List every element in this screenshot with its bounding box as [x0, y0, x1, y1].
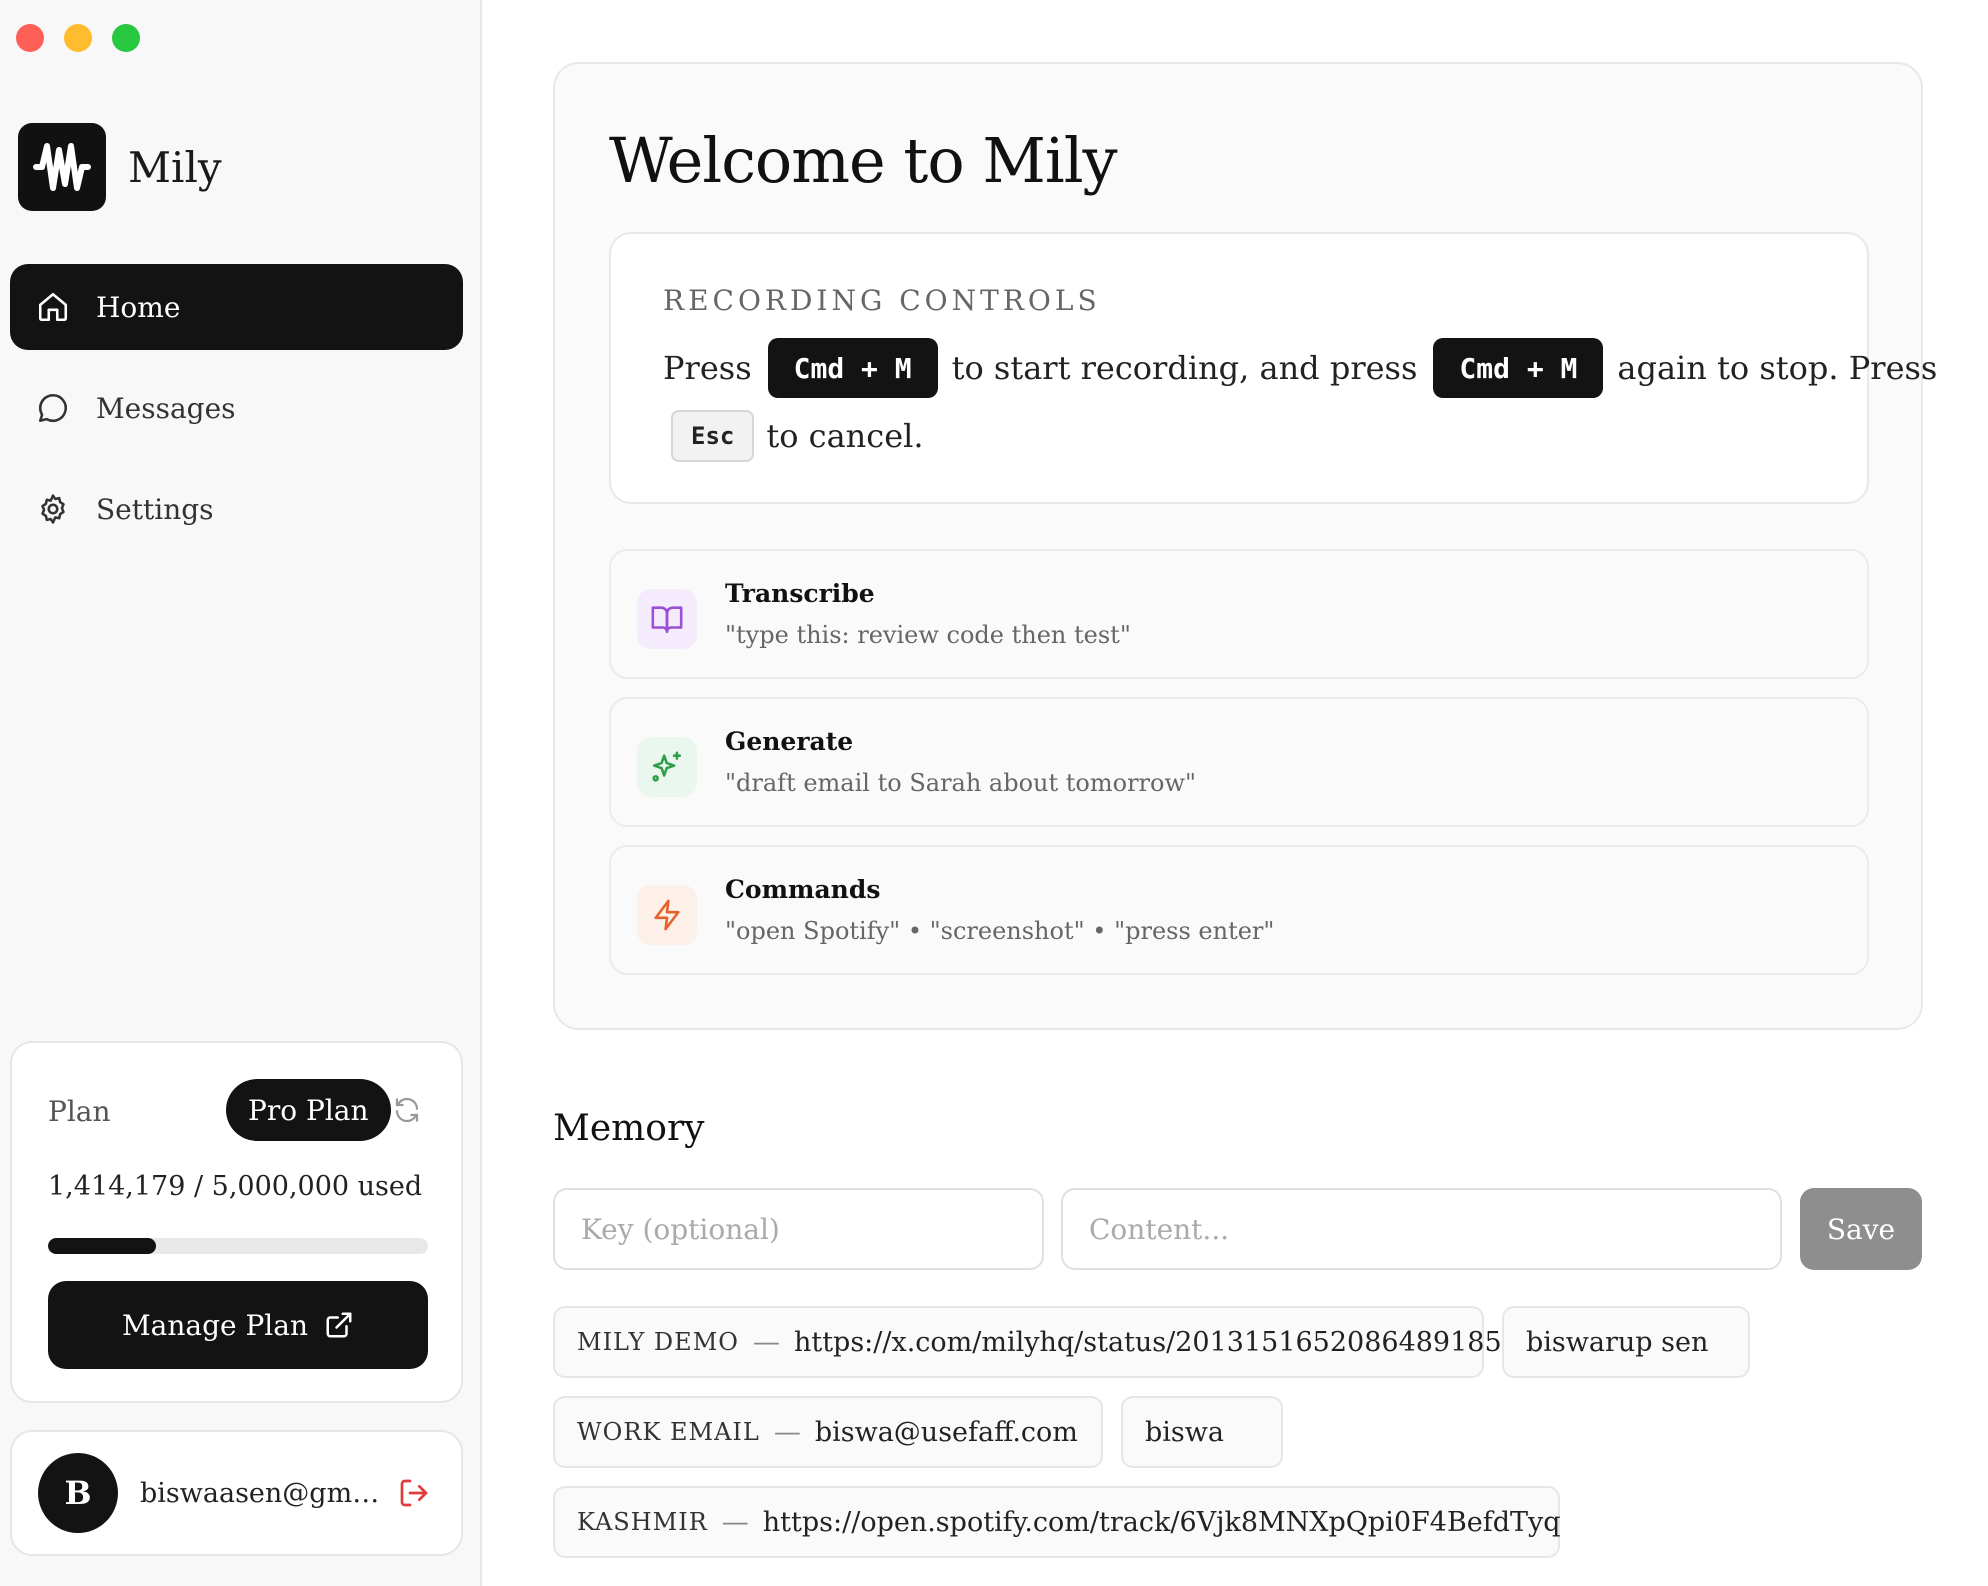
- instruction-text: to start recording, and press: [951, 349, 1418, 387]
- book-icon: [637, 589, 697, 649]
- chat-icon: [38, 393, 67, 423]
- recording-instructions-cancel: Esc to cancel.: [671, 410, 924, 462]
- memory-item-content: biswa@usefaff.com: [814, 1416, 1078, 1448]
- memory-item[interactable]: WORK EMAIL — biswa@usefaff.com: [553, 1396, 1103, 1468]
- memory-item-separator: —: [752, 1326, 780, 1358]
- sidebar-nav: Home Messages Settings: [10, 264, 463, 567]
- avatar: B: [38, 1453, 118, 1533]
- close-window-button[interactable]: [16, 24, 44, 52]
- home-icon: [38, 292, 68, 322]
- manage-plan-label: Manage Plan: [121, 1308, 308, 1342]
- feature-desc: "open Spotify" • "screenshot" • "press e…: [725, 917, 1275, 945]
- memory-item-key: WORK EMAIL: [577, 1418, 760, 1446]
- brand: Mily: [18, 123, 222, 211]
- recording-controls-heading: RECORDING CONTROLS: [663, 284, 1101, 317]
- memory-item-key: MILY DEMO: [577, 1328, 739, 1356]
- shortcut-key: Cmd + M: [1433, 338, 1604, 398]
- refresh-icon[interactable]: [392, 1095, 422, 1125]
- sidebar-item-settings[interactable]: Settings: [10, 466, 463, 552]
- memory-item[interactable]: MILY DEMO — https://x.com/milyhq/status/…: [553, 1306, 1502, 1378]
- maximize-window-button[interactable]: [112, 24, 140, 52]
- save-button[interactable]: Save: [1800, 1188, 1922, 1270]
- memory-item[interactable]: KASHMIR — https://open.spotify.com/track…: [553, 1486, 1561, 1558]
- instruction-text: Press: [663, 349, 752, 387]
- recording-controls-card: RECORDING CONTROLS Press Cmd + M to star…: [609, 232, 1937, 504]
- memory-item-separator: —: [721, 1506, 749, 1538]
- sidebar-item-label: Settings: [96, 492, 214, 526]
- user-card: B biswaasen@gmai...: [10, 1430, 463, 1556]
- feature-desc: "draft email to Sarah about tomorrow": [725, 769, 1197, 797]
- memory-item-key: KASHMIR: [577, 1508, 708, 1536]
- user-email: biswaasen@gmai...: [140, 1477, 380, 1509]
- feature-transcribe: Transcribe "type this: review code then …: [609, 549, 1869, 679]
- sidebar-item-label: Messages: [96, 391, 236, 425]
- logout-icon[interactable]: [398, 1477, 430, 1509]
- instruction-text: again to stop. Press: [1617, 349, 1938, 387]
- recording-instructions: Press Cmd + M to start recording, and pr…: [663, 338, 1937, 398]
- instruction-text: to cancel.: [766, 417, 924, 455]
- usage-progress-bar: [48, 1238, 428, 1254]
- manage-plan-button[interactable]: Manage Plan: [48, 1281, 428, 1369]
- app-name: Mily: [128, 142, 222, 192]
- memory-item-content: https://open.spotify.com/track/6Vjk8MNXp…: [762, 1506, 1561, 1538]
- sidebar-item-home[interactable]: Home: [10, 264, 463, 350]
- memory-item[interactable]: biswa: [1121, 1396, 1283, 1468]
- feature-generate: Generate "draft email to Sarah about tom…: [609, 697, 1869, 827]
- plan-label: Plan: [48, 1095, 111, 1128]
- feature-commands: Commands "open Spotify" • "screenshot" •…: [609, 845, 1869, 975]
- sidebar-item-messages[interactable]: Messages: [10, 365, 463, 451]
- feature-title: Generate: [725, 727, 854, 756]
- memory-item[interactable]: biswarup sen: [1502, 1306, 1750, 1378]
- waveform-logo-icon: [18, 123, 106, 211]
- welcome-card: Welcome to Mily RECORDING CONTROLS Press…: [553, 62, 1937, 1030]
- cancel-key: Esc: [671, 410, 755, 462]
- page-title: Welcome to Mily: [609, 124, 1118, 197]
- memory-key-input[interactable]: [553, 1188, 1044, 1270]
- sidebar-item-label: Home: [96, 290, 181, 324]
- memory-item-content: https://x.com/milyhq/status/201315165208…: [793, 1326, 1502, 1358]
- usage-progress-fill: [48, 1238, 156, 1254]
- shortcut-key: Cmd + M: [767, 338, 938, 398]
- window-controls: [16, 24, 140, 52]
- sidebar: Mily Home Messages Settings Plan Pro Pla…: [0, 0, 482, 1586]
- feature-title: Commands: [725, 875, 881, 904]
- plan-usage: 1,414,179 / 5,000,000 used: [48, 1171, 423, 1202]
- memory-item-content: biswarup sen: [1526, 1326, 1709, 1358]
- plan-badge: Pro Plan: [226, 1079, 391, 1141]
- plan-card: Plan Pro Plan 1,414,179 / 5,000,000 used…: [10, 1041, 463, 1403]
- lightning-icon: [637, 885, 697, 945]
- memory-title: Memory: [553, 1108, 705, 1149]
- feature-desc: "type this: review code then test": [725, 621, 1131, 649]
- sparkle-icon: [637, 737, 697, 797]
- feature-title: Transcribe: [725, 579, 875, 608]
- external-link-icon: [326, 1312, 352, 1338]
- memory-item-content: biswa: [1145, 1416, 1224, 1448]
- minimize-window-button[interactable]: [64, 24, 92, 52]
- memory-item-separator: —: [773, 1416, 801, 1448]
- memory-content-input[interactable]: [1061, 1188, 1782, 1270]
- gear-icon: [41, 494, 65, 524]
